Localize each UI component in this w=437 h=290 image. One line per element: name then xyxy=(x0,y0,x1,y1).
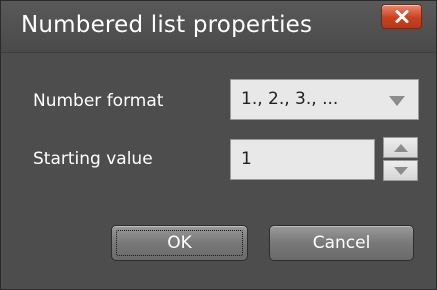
increment-button[interactable] xyxy=(383,137,418,158)
starting-value-label: Starting value xyxy=(33,149,153,169)
cancel-button[interactable]: Cancel xyxy=(269,225,414,261)
decrement-button[interactable] xyxy=(383,160,418,181)
dialog-title: Numbered list properties xyxy=(21,12,313,38)
close-button[interactable] xyxy=(381,4,422,29)
number-format-value: 1., 2., 3., ... xyxy=(241,89,339,109)
title-bar[interactable]: Numbered list properties xyxy=(1,1,436,53)
spin-down-icon xyxy=(393,166,408,175)
starting-value-text: 1 xyxy=(241,149,252,169)
starting-value-input[interactable]: 1 xyxy=(230,139,375,180)
close-icon xyxy=(395,10,408,23)
number-format-select[interactable]: 1., 2., 3., ... xyxy=(230,79,419,120)
starting-value-stepper[interactable] xyxy=(383,137,418,181)
number-format-label: Number format xyxy=(33,91,164,111)
numbered-list-properties-dialog: Numbered list properties Number format 1… xyxy=(0,0,437,290)
chevron-down-icon xyxy=(389,96,405,106)
ok-button[interactable]: OK xyxy=(111,225,248,261)
spin-up-icon xyxy=(393,143,408,152)
